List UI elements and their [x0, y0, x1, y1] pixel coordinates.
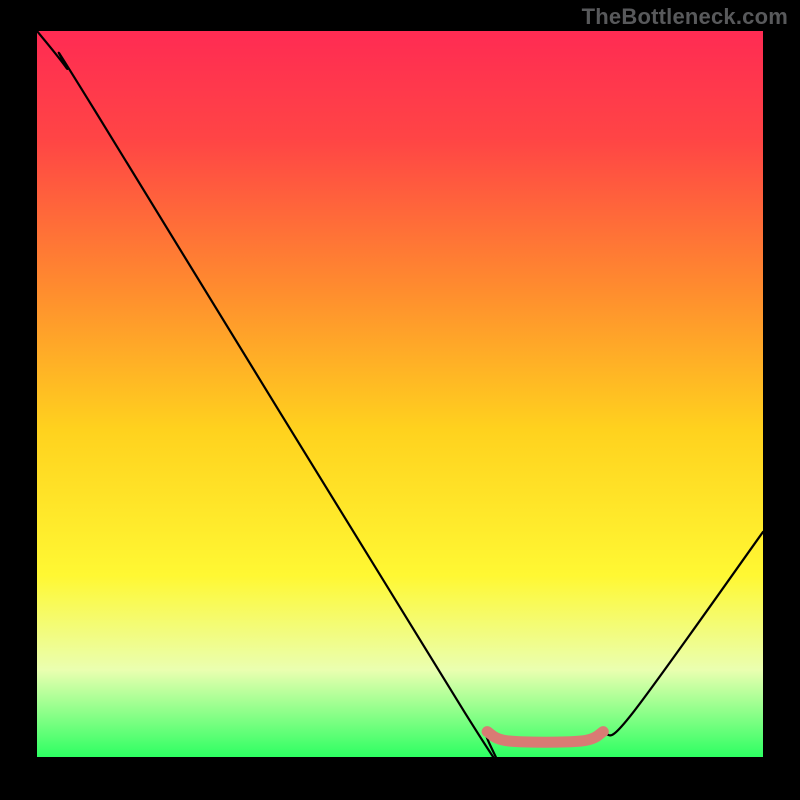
watermark-text: TheBottleneck.com — [582, 4, 788, 30]
chart-frame: TheBottleneck.com — [0, 0, 800, 800]
bottleneck-chart — [37, 31, 763, 757]
gradient-background — [37, 31, 763, 757]
